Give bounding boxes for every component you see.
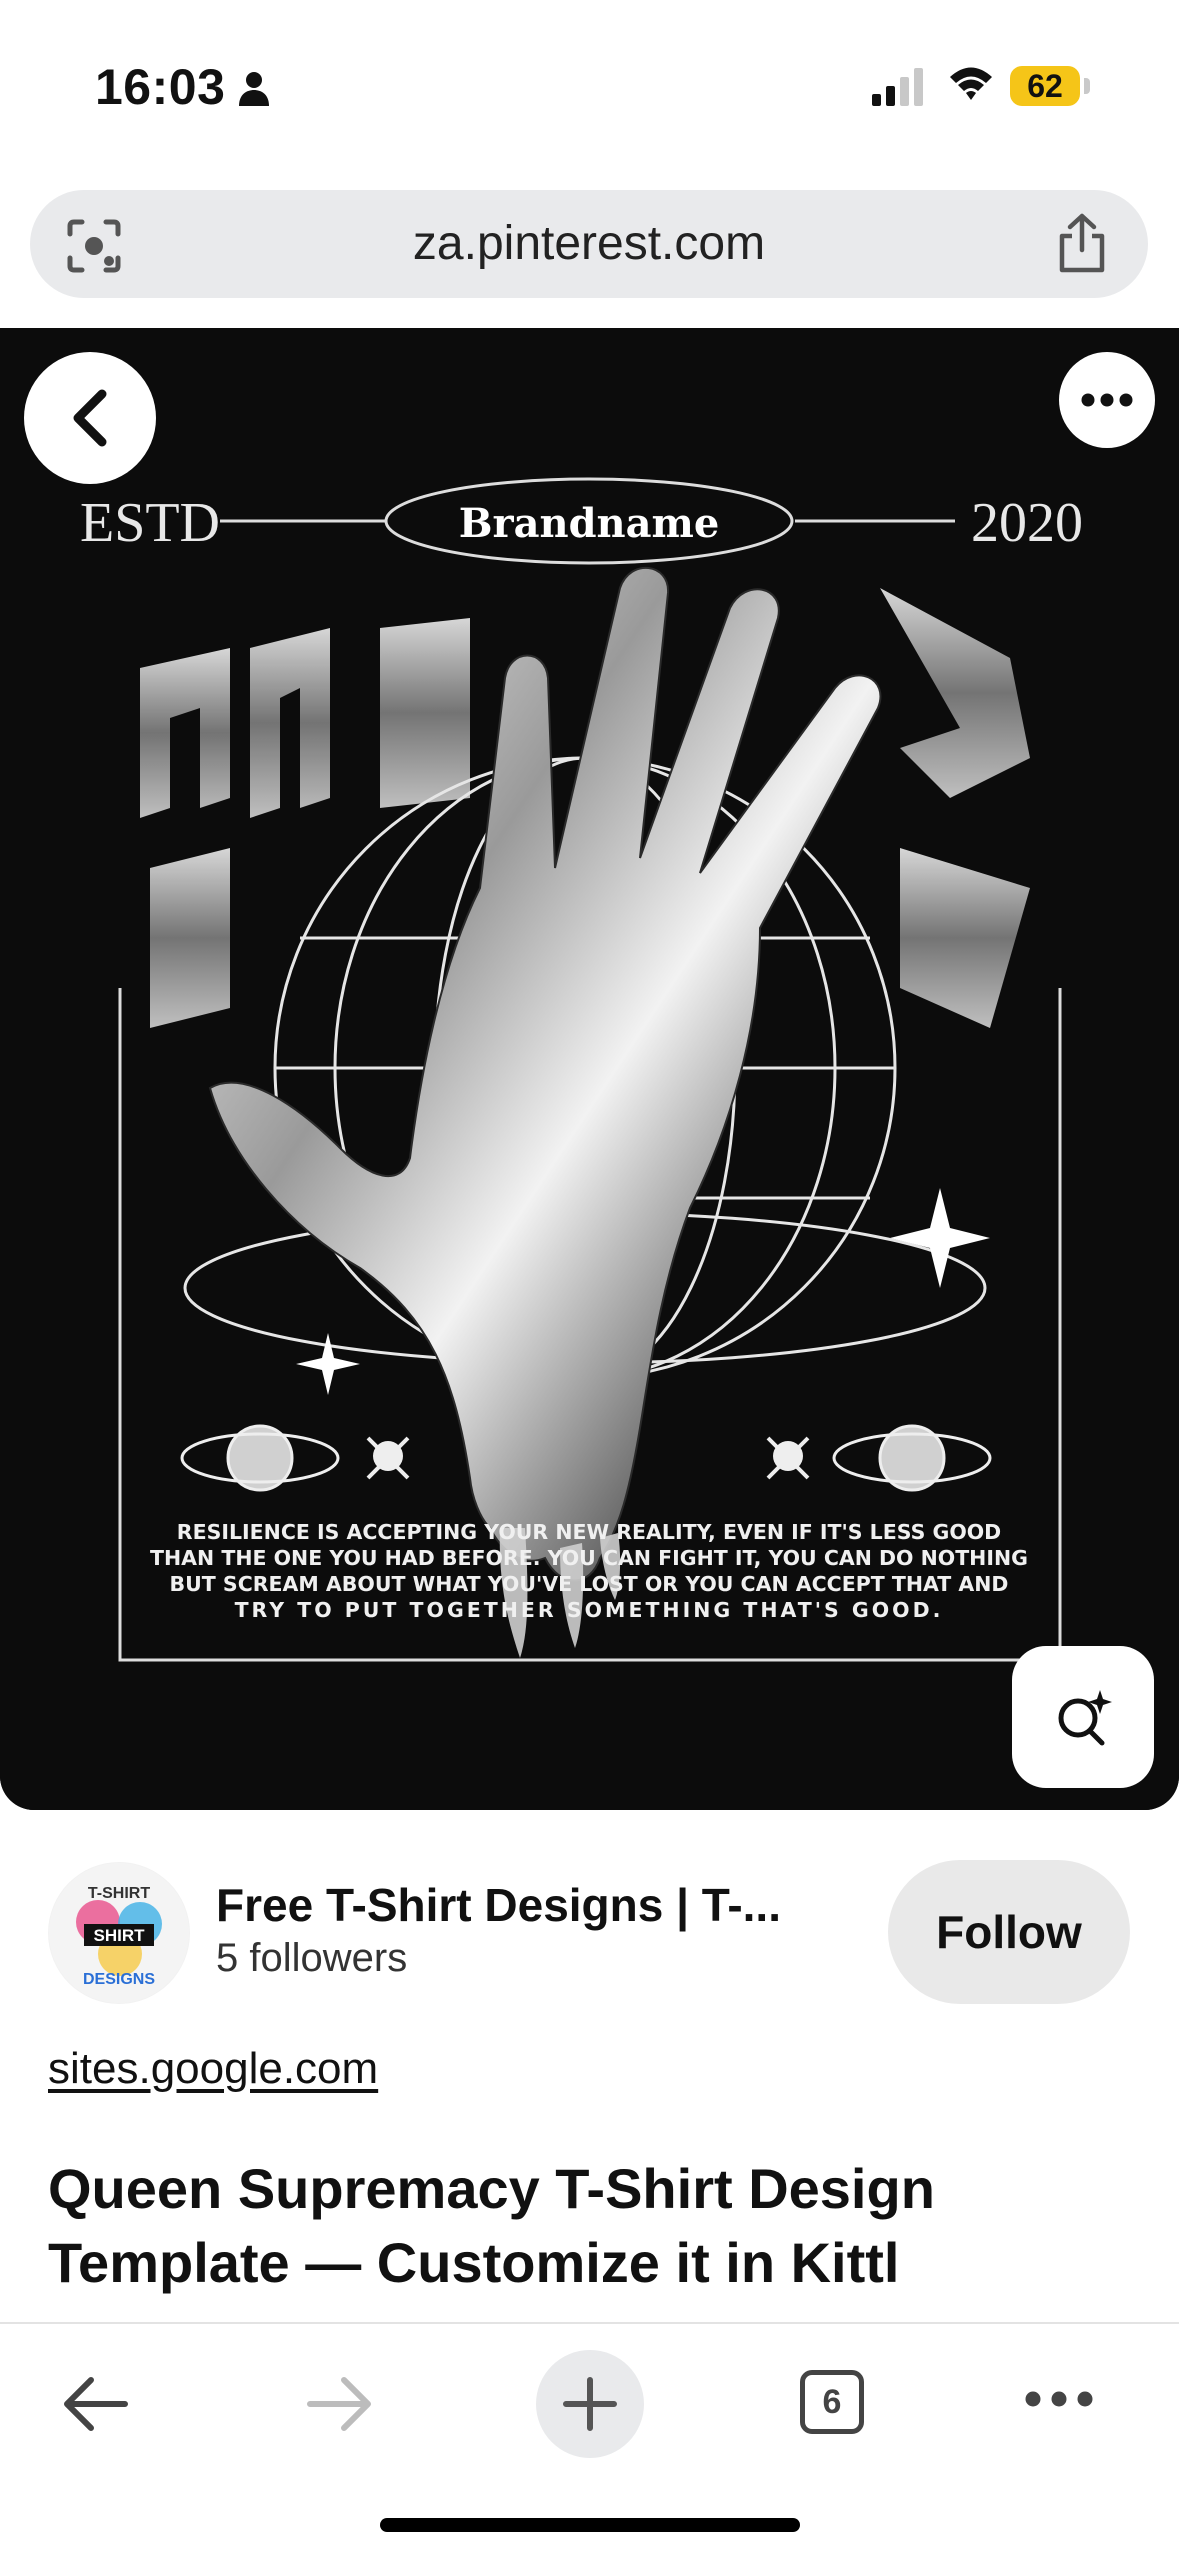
- cellular-signal-icon: [872, 68, 923, 106]
- svg-text:T-SHIRT: T-SHIRT: [88, 1885, 150, 1902]
- creator-followers: 5 followers: [216, 1936, 408, 1980]
- status-time: 16:03: [95, 59, 226, 115]
- lens-sparkle-icon: [1058, 1690, 1112, 1746]
- more-options-button[interactable]: [1059, 352, 1155, 448]
- battery-nub: [1084, 78, 1090, 94]
- status-bar: 16:03 62: [0, 0, 1179, 170]
- arrow-left-icon[interactable]: [55, 2364, 135, 2444]
- arrow-right-icon[interactable]: [300, 2364, 380, 2444]
- new-tab-button[interactable]: [536, 2350, 644, 2458]
- ellipsis-icon: [1081, 393, 1133, 407]
- creator-avatar[interactable]: T-SHIRT SHIRT DESIGNS: [48, 1862, 190, 2004]
- artwork-quote-line: RESILIENCE IS ACCEPTING YOUR NEW REALITY…: [177, 1520, 1001, 1544]
- pin-artwork: ESTD 2020 Brandname RESILIENCE IS ACCEPT…: [0, 328, 1179, 1810]
- share-icon[interactable]: [1056, 212, 1108, 274]
- battery-indicator: 62: [1010, 66, 1080, 106]
- svg-text:SHIRT: SHIRT: [94, 1926, 146, 1945]
- home-indicator: [380, 2518, 800, 2532]
- ellipsis-icon[interactable]: [1024, 2390, 1094, 2408]
- pin-image[interactable]: ESTD 2020 Brandname RESILIENCE IS ACCEPT…: [0, 328, 1179, 1810]
- visual-search-button[interactable]: [1012, 1646, 1154, 1788]
- tabs-button[interactable]: 6: [800, 2370, 864, 2434]
- battery-level: 62: [1027, 67, 1063, 104]
- avatar-logo: T-SHIRT SHIRT DESIGNS: [49, 1863, 189, 2003]
- url-text[interactable]: za.pinterest.com: [30, 216, 1148, 271]
- artwork-quote-line: BUT SCREAM ABOUT WHAT YOU'VE LOST OR YOU…: [170, 1572, 1009, 1596]
- svg-text:DESIGNS: DESIGNS: [83, 1971, 155, 1988]
- pin-title: Queen Supremacy T-Shirt Design Template …: [48, 2157, 935, 2294]
- artwork-quote-line: TRY TO PUT TOGETHER SOMETHING THAT'S GOO…: [235, 1598, 944, 1622]
- creator-name[interactable]: Free T-Shirt Designs | T-...: [216, 1878, 781, 1932]
- artwork-brand: Brandname: [459, 500, 720, 547]
- chevron-left-icon: [73, 389, 107, 447]
- plus-icon: [563, 2377, 617, 2431]
- person-icon: [239, 72, 269, 106]
- address-bar[interactable]: za.pinterest.com: [30, 190, 1148, 298]
- artwork-quote-line: THAN THE ONE YOU HAD BEFORE. YOU CAN FIG…: [150, 1546, 1028, 1570]
- tab-count: 6: [822, 2382, 842, 2421]
- source-link[interactable]: sites.google.com: [48, 2044, 378, 2094]
- wifi-icon: [950, 67, 992, 100]
- back-button[interactable]: [24, 352, 156, 484]
- artwork-estd: ESTD: [80, 492, 220, 554]
- artwork-year: 2020: [971, 492, 1083, 554]
- follow-button[interactable]: Follow: [888, 1860, 1130, 2004]
